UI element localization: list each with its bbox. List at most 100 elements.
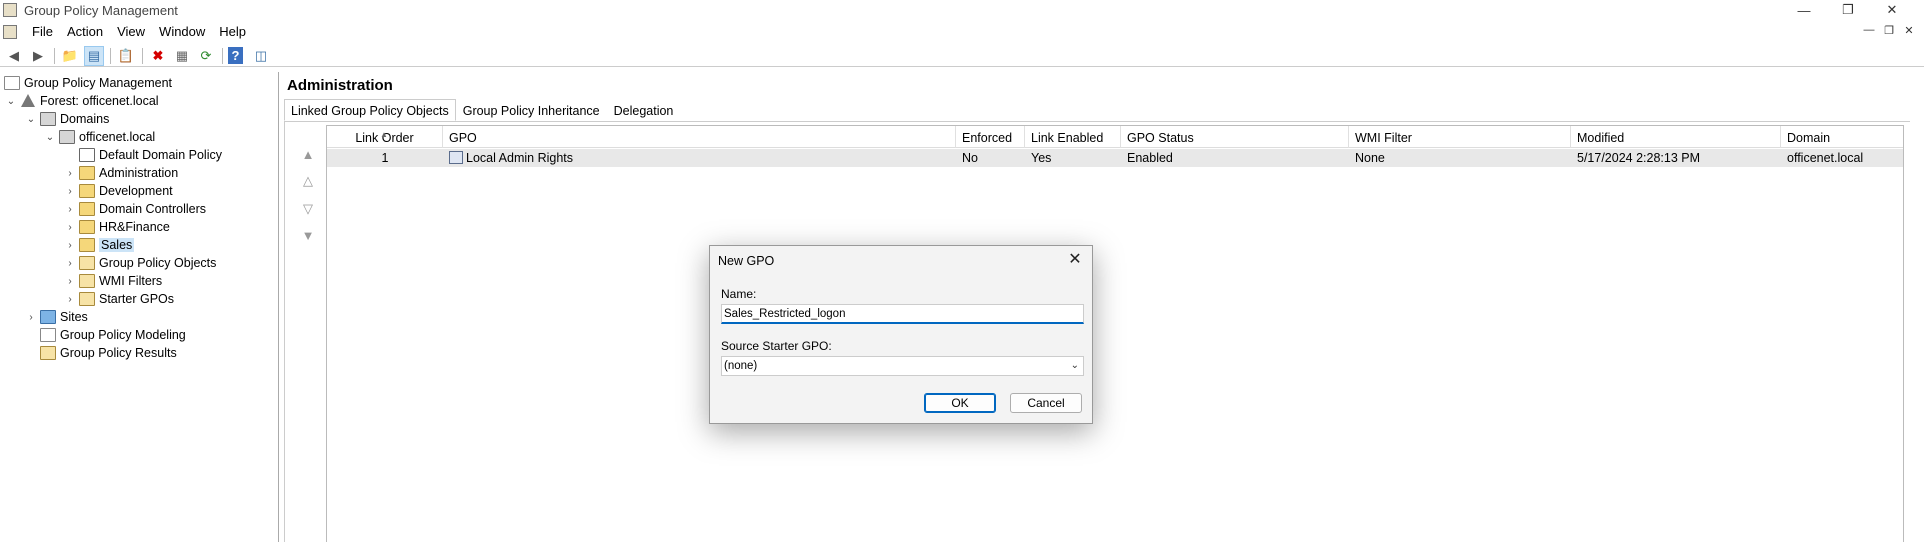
- collapse-chevron-icon[interactable]: ⌄: [43, 132, 57, 143]
- tree-item-domain-controllers[interactable]: › Domain Controllers: [63, 200, 206, 218]
- collapse-chevron-icon[interactable]: ⌄: [4, 96, 18, 107]
- column-header-link-enabled[interactable]: Link Enabled: [1025, 126, 1121, 148]
- dialog-title: New GPO: [718, 254, 775, 268]
- sites-icon: [40, 310, 56, 324]
- tree-item-label: HR&Finance: [99, 220, 170, 234]
- column-header-gpo[interactable]: GPO: [443, 126, 956, 148]
- tree-item-group-policy-results[interactable]: Group Policy Results: [40, 344, 177, 362]
- tree-item-label: WMI Filters: [99, 274, 163, 288]
- column-header-wmi-filter[interactable]: WMI Filter: [1349, 126, 1571, 148]
- forward-arrow-icon[interactable]: ▶: [28, 46, 48, 66]
- menu-window[interactable]: Window: [152, 21, 212, 43]
- tree-item-forest[interactable]: ⌄ Forest: officenet.local: [4, 92, 159, 110]
- tree-item-administration[interactable]: › Administration: [63, 164, 178, 182]
- tree-item-hr-finance[interactable]: › HR&Finance: [63, 218, 170, 236]
- expand-chevron-icon[interactable]: ›: [63, 168, 77, 179]
- starter-gpo-label: Source Starter GPO:: [721, 339, 832, 353]
- mdi-restore-button[interactable]: ❐: [1880, 24, 1898, 37]
- tab-group-policy-inheritance[interactable]: Group Policy Inheritance: [456, 99, 607, 121]
- cell-modified: 5/17/2024 2:28:13 PM: [1577, 151, 1701, 165]
- name-label: Name:: [721, 287, 757, 301]
- collapse-chevron-icon[interactable]: ⌄: [24, 114, 38, 125]
- move-to-bottom-icon[interactable]: ▼︎: [299, 229, 317, 243]
- column-header-modified[interactable]: Modified: [1571, 126, 1781, 148]
- expand-chevron-icon[interactable]: ›: [63, 240, 77, 251]
- tree-item-group-policy-modeling[interactable]: Group Policy Modeling: [40, 326, 186, 344]
- gpo-name-input[interactable]: [721, 304, 1084, 324]
- back-arrow-icon[interactable]: ◀: [4, 46, 24, 66]
- mdi-close-button[interactable]: ✕: [1900, 24, 1918, 37]
- tree-item-default-domain-policy[interactable]: Default Domain Policy: [79, 146, 222, 164]
- menu-file[interactable]: File: [25, 21, 60, 43]
- tab-strip: Linked Group Policy Objects Group Policy…: [284, 99, 680, 121]
- tree-item-domains[interactable]: ⌄ Domains: [24, 110, 109, 128]
- expand-chevron-icon[interactable]: ›: [24, 312, 38, 323]
- show-hide-tree-icon[interactable]: ▤: [84, 45, 104, 66]
- mdi-minimize-button[interactable]: —: [1860, 24, 1878, 36]
- ok-button[interactable]: OK: [924, 393, 996, 413]
- refresh-icon[interactable]: ⟳: [196, 46, 216, 66]
- clipboard-icon[interactable]: 📋: [116, 46, 136, 66]
- tree-item-label: Sites: [60, 310, 88, 324]
- menu-action[interactable]: Action: [60, 21, 110, 43]
- action-pane-icon[interactable]: ◫: [251, 46, 271, 66]
- column-header-enforced[interactable]: Enforced: [956, 126, 1025, 148]
- cell-wmi-filter: None: [1355, 151, 1385, 165]
- starter-gpo-value: (none): [724, 360, 758, 372]
- tree-item-label: Group Policy Management: [24, 76, 172, 90]
- move-to-top-icon[interactable]: ▲︎: [299, 148, 317, 162]
- modeling-icon: [40, 328, 56, 342]
- close-button[interactable]: ✕: [1870, 0, 1914, 20]
- expand-chevron-icon[interactable]: ›: [63, 222, 77, 233]
- cell-enforced: No: [962, 151, 978, 165]
- tree-item-wmi-filters[interactable]: › WMI Filters: [63, 272, 162, 290]
- toolbar-separator: [110, 47, 111, 64]
- tree-item-starter-gpos[interactable]: › Starter GPOs: [63, 290, 174, 308]
- tab-delegation[interactable]: Delegation: [607, 99, 681, 121]
- cancel-button[interactable]: Cancel: [1010, 393, 1082, 413]
- column-header-gpo-status[interactable]: GPO Status: [1121, 126, 1349, 148]
- cell-gpo-label: Local Admin Rights: [466, 151, 574, 165]
- dialog-close-icon[interactable]: ✕: [1064, 250, 1086, 270]
- properties-icon[interactable]: ▦: [172, 46, 192, 66]
- tree-item-label: Group Policy Results: [60, 346, 177, 360]
- new-gpo-dialog: New GPO ✕ Name: Source Starter GPO: (non…: [709, 245, 1093, 424]
- tree-item-label: Sales: [99, 238, 135, 252]
- up-folder-icon[interactable]: 📁: [60, 46, 80, 66]
- cell-link-order: 1: [381, 151, 389, 165]
- tree-item-officenet-local[interactable]: ⌄ officenet.local: [43, 128, 155, 146]
- gpo-link-icon: [449, 151, 463, 164]
- help-icon[interactable]: ?: [228, 47, 243, 64]
- menu-view[interactable]: View: [110, 21, 152, 43]
- expand-chevron-icon[interactable]: ›: [63, 294, 77, 305]
- column-header-link-order[interactable]: ▲ Link Order: [327, 126, 443, 148]
- tree-item-label: Group Policy Objects: [99, 256, 217, 270]
- table-header: ▲ Link Order GPO Enforced Link Enabled G…: [327, 126, 1903, 148]
- starter-gpo-select[interactable]: (none) ⌄: [721, 356, 1084, 376]
- move-down-icon[interactable]: ▽: [299, 202, 317, 216]
- tree-item-sales[interactable]: › Sales: [63, 236, 135, 254]
- expand-chevron-icon[interactable]: ›: [63, 186, 77, 197]
- tree-item-label: Domain Controllers: [99, 202, 206, 216]
- table-row[interactable]: 1 Local Admin Rights No Yes Enabled None…: [327, 149, 1903, 167]
- restore-button[interactable]: ❐: [1826, 0, 1870, 20]
- ou-icon: [79, 184, 95, 198]
- expand-chevron-icon[interactable]: ›: [63, 204, 77, 215]
- tree-item-group-policy-management[interactable]: Group Policy Management: [4, 74, 172, 92]
- tree-item-sites[interactable]: › Sites: [24, 308, 88, 326]
- tree-item-group-policy-objects[interactable]: › Group Policy Objects: [63, 254, 216, 272]
- delete-icon[interactable]: ✖: [148, 46, 168, 66]
- column-header-domain[interactable]: Domain: [1781, 126, 1903, 148]
- tab-linked-gpos[interactable]: Linked Group Policy Objects: [284, 99, 456, 121]
- move-up-icon[interactable]: △: [299, 174, 317, 188]
- minimize-button[interactable]: —: [1782, 0, 1826, 20]
- expand-chevron-icon[interactable]: ›: [63, 258, 77, 269]
- tree-item-development[interactable]: › Development: [63, 182, 173, 200]
- menu-help[interactable]: Help: [212, 21, 253, 43]
- tree-item-label: officenet.local: [79, 130, 156, 144]
- toolbar: ◀ ▶ 📁 ▤ 📋 ✖ ▦ ⟳ ? ◫: [0, 45, 1924, 67]
- expand-chevron-icon[interactable]: ›: [63, 276, 77, 287]
- cell-domain: officenet.local: [1787, 151, 1864, 165]
- tree-item-label: Default Domain Policy: [99, 148, 222, 162]
- system-menu-icon[interactable]: [3, 25, 17, 39]
